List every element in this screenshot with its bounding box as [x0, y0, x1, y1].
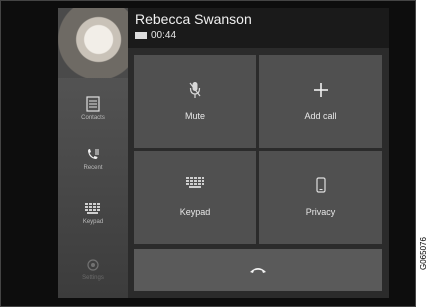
microphone-muted-icon: [189, 82, 201, 98]
call-duration: 00:44: [151, 30, 177, 41]
hang-up-button[interactable]: [134, 249, 382, 291]
keypad-icon: [85, 203, 100, 214]
figure-code: G065076: [419, 237, 428, 270]
sidebar-item-label: Keypad: [82, 219, 104, 225]
keypad-label: Keypad: [179, 207, 211, 217]
caller-name: Rebecca Swanson: [135, 11, 252, 27]
privacy-label: Privacy: [305, 207, 336, 217]
sidebar-item-label: Recent: [83, 165, 103, 171]
keypad-button[interactable]: Keypad: [134, 151, 256, 244]
plus-icon: [313, 83, 328, 97]
sidebar-item-contacts[interactable]: Contacts: [58, 96, 128, 146]
add-call-button[interactable]: Add call: [259, 55, 382, 148]
sidebar-item-settings[interactable]: Settings: [58, 258, 128, 308]
hang-up-icon: [250, 268, 266, 273]
keypad-icon: [186, 177, 204, 188]
sidebar-item-keypad[interactable]: Keypad: [58, 202, 128, 252]
caller-avatar: [58, 8, 128, 78]
contacts-icon: [86, 96, 100, 112]
phone-handset-icon: [315, 177, 326, 193]
add-call-label: Add call: [304, 111, 337, 121]
mute-button[interactable]: Mute: [134, 55, 256, 148]
sidebar-item-label: Settings: [82, 275, 104, 281]
mute-label: Mute: [184, 111, 205, 121]
call-status: 00:44: [135, 30, 176, 41]
sidebar-item-recent[interactable]: Recent: [58, 148, 128, 198]
recent-calls-icon: [88, 149, 99, 159]
privacy-button[interactable]: Privacy: [259, 151, 382, 244]
battery-icon: [135, 32, 147, 39]
settings-icon: [87, 259, 99, 271]
sidebar-item-label: Contacts: [81, 115, 105, 121]
